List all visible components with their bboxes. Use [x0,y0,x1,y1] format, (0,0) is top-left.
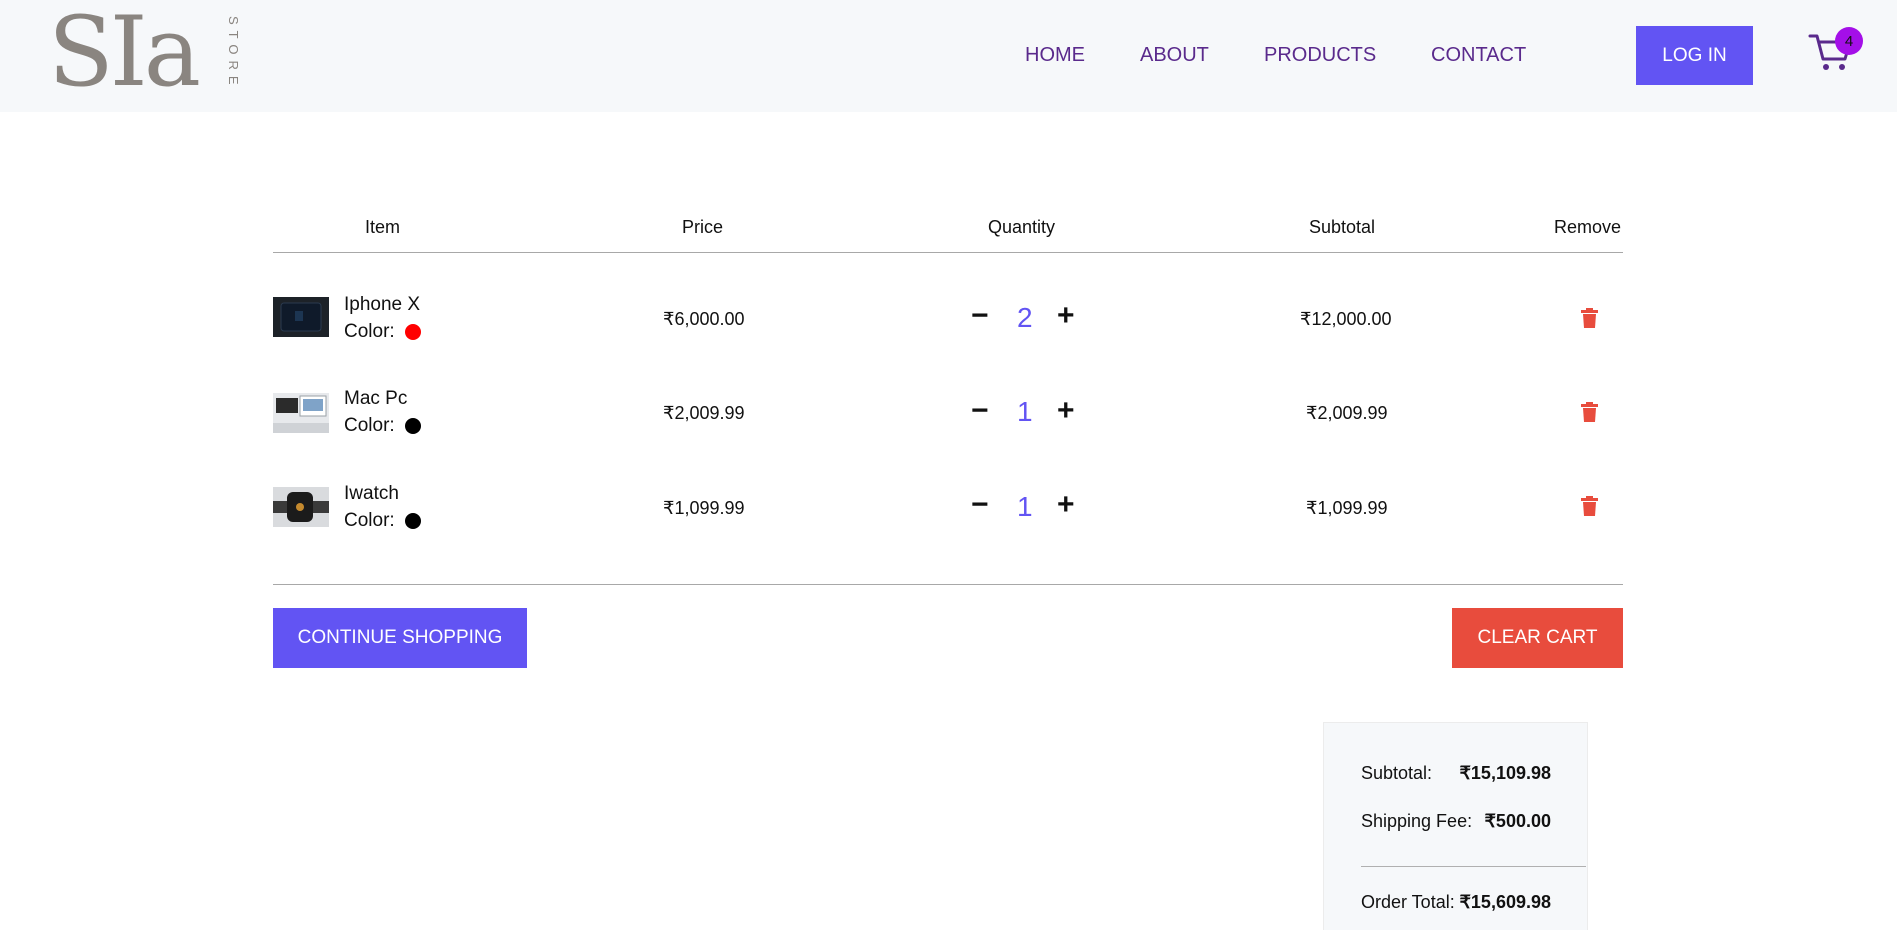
nav-contact[interactable]: CONTACT [1431,44,1526,67]
logo-wordmark: SIa [48,0,201,108]
item-subtotal: ₹2,009.99 [1306,403,1388,423]
logo-tagline: STORE [226,16,241,91]
item-name: Iwatch [344,483,399,504]
product-image-iphone[interactable] [273,297,329,337]
color-swatch [404,324,421,340]
increase-quantity-button[interactable]: + [1057,396,1075,426]
summary-shipping-value: ₹500.00 [1484,811,1551,831]
summary-subtotal-label: Subtotal: [1361,763,1433,783]
increase-quantity-button[interactable]: + [1057,301,1075,331]
clear-cart-button[interactable]: CLEAR CART [1452,608,1623,668]
decrease-quantity-button[interactable]: − [971,396,989,426]
login-button[interactable]: LOG IN [1636,26,1753,85]
item-subtotal: ₹12,000.00 [1300,309,1392,329]
item-price: ₹2,009.99 [663,403,745,423]
col-header-item: Item [365,217,401,237]
trash-icon[interactable] [1581,496,1598,516]
table-header-divider [273,252,1623,253]
item-color: Color: [344,510,421,532]
summary-subtotal-value: ₹15,109.98 [1459,763,1551,783]
item-name: Iphone X [344,294,421,315]
summary-divider [1361,866,1586,867]
item-color: Color: [344,415,421,437]
quantity-value: 1 [1017,396,1033,427]
trash-icon[interactable] [1581,402,1598,422]
cart-count-badge: 4 [1835,27,1863,55]
nav-home[interactable]: HOME [1025,44,1085,67]
item-color-label: Color: [344,321,395,342]
item-color: Color: [344,321,421,343]
order-summary: Subtotal: ₹15,109.98 Shipping Fee: ₹500.… [1323,722,1588,930]
col-header-remove: Remove [1554,217,1622,237]
summary-total-value: ₹15,609.98 [1459,892,1551,912]
summary-shipping-label: Shipping Fee: [1361,811,1473,831]
decrease-quantity-button[interactable]: − [971,301,989,331]
brand-logo[interactable]: SIa STORE [48,4,243,100]
col-header-price: Price [682,217,724,237]
quantity-value: 1 [1017,491,1033,522]
product-image-watch[interactable] [273,487,329,527]
item-subtotal: ₹1,099.99 [1306,498,1388,518]
item-color-label: Color: [344,510,395,531]
decrease-quantity-button[interactable]: − [971,490,989,520]
color-swatch [404,513,421,529]
col-header-quantity: Quantity [988,217,1056,237]
item-color-label: Color: [344,415,395,436]
quantity-value: 2 [1017,302,1033,333]
trash-icon[interactable] [1581,308,1598,328]
item-price: ₹1,099.99 [663,498,745,518]
summary-total-label: Order Total: [1361,892,1455,912]
nav-about[interactable]: ABOUT [1140,44,1209,67]
item-price: ₹6,000.00 [663,309,745,329]
nav-products[interactable]: PRODUCTS [1264,44,1376,67]
continue-shopping-button[interactable]: CONTINUE SHOPPING [273,608,527,668]
table-footer-divider [273,584,1623,585]
item-name: Mac Pc [344,388,408,409]
col-header-subtotal: Subtotal [1309,217,1376,237]
product-image-mac[interactable] [273,393,329,433]
site-header: SIa STORE HOME ABOUT PRODUCTS CONTACT LO… [0,0,1897,112]
increase-quantity-button[interactable]: + [1057,490,1075,520]
color-swatch [404,418,421,434]
